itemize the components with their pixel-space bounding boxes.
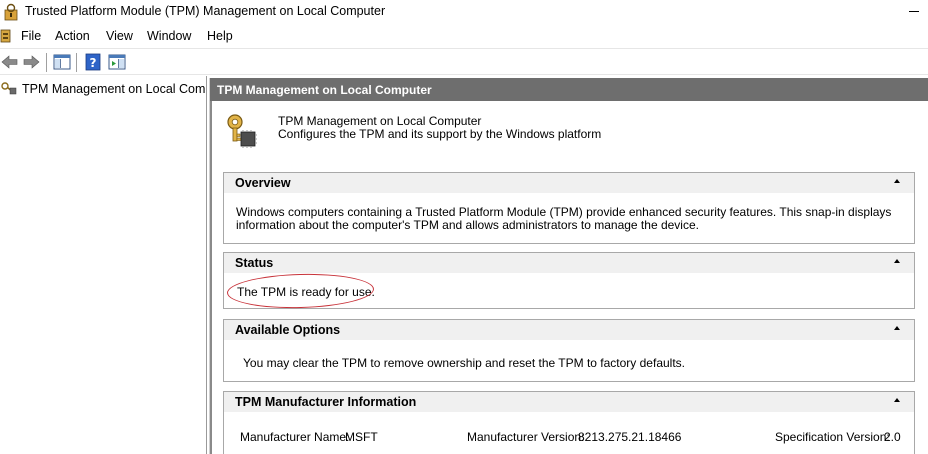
show-hide-console-tree-icon[interactable] [52, 52, 72, 72]
status-panel-header[interactable]: Status [224, 253, 914, 273]
tree-item-label: TPM Management on Local Comp [22, 82, 207, 96]
tree-item-tpm-management[interactable]: TPM Management on Local Comp [0, 78, 206, 98]
overview-panel: Overview Windows computers containing a … [223, 172, 915, 244]
highlight-oval [226, 272, 375, 310]
console-tree: TPM Management on Local Comp [0, 76, 207, 454]
tpm-key-icon [227, 114, 257, 148]
overview-title: Overview [235, 176, 291, 190]
tpm-app-icon [4, 3, 18, 21]
intro-section: TPM Management on Local Computer Configu… [221, 110, 918, 150]
specification-version-label: Specification Version: [775, 430, 890, 444]
collapse-icon[interactable] [893, 178, 901, 186]
content-scroll-area: TPM Management on Local Computer Configu… [210, 101, 928, 454]
content-header: TPM Management on Local Computer [210, 78, 928, 101]
menu-action[interactable]: Action [55, 29, 90, 43]
minimize-button[interactable] [905, 4, 923, 18]
show-hide-action-pane-icon[interactable] [107, 52, 127, 72]
content-pane: TPM Management on Local Computer TPM Man… [209, 78, 928, 454]
title-bar: Trusted Platform Module (TPM) Management… [0, 0, 928, 24]
manufacturer-version-label: Manufacturer Version: [467, 430, 585, 444]
intro-title: TPM Management on Local Computer [278, 114, 482, 128]
overview-text: Windows computers containing a Trusted P… [236, 205, 892, 232]
collapse-icon[interactable] [893, 258, 901, 266]
manufacturer-title: TPM Manufacturer Information [235, 395, 417, 409]
menu-bar: File Action View Window Help [0, 25, 928, 47]
tpm-node-icon [1, 82, 17, 95]
menu-help[interactable]: Help [207, 29, 233, 43]
status-title: Status [235, 256, 274, 270]
manufacturer-panel-header[interactable]: TPM Manufacturer Information [224, 392, 914, 412]
manufacturer-name-value: MSFT [345, 430, 378, 444]
collapse-icon[interactable] [893, 325, 901, 333]
help-icon[interactable]: ? [83, 52, 103, 72]
window-title: Trusted Platform Module (TPM) Management… [25, 4, 386, 18]
overview-panel-header[interactable]: Overview [224, 173, 914, 193]
toolbar-separator [76, 53, 77, 72]
available-options-title: Available Options [235, 323, 341, 337]
menu-file[interactable]: File [21, 29, 41, 43]
available-options-panel-header[interactable]: Available Options [224, 320, 914, 340]
available-options-text: You may clear the TPM to remove ownershi… [243, 356, 685, 370]
manufacturer-panel: TPM Manufacturer Information Manufacture… [223, 391, 915, 454]
collapse-icon[interactable] [893, 397, 901, 405]
mmc-icon[interactable] [0, 28, 12, 44]
specification-version-value: 2.0 [884, 430, 901, 444]
svg-text:?: ? [90, 56, 97, 70]
available-options-panel: Available Options You may clear the TPM … [223, 319, 915, 382]
menu-view[interactable]: View [106, 29, 133, 43]
back-arrow-icon[interactable] [0, 52, 20, 72]
manufacturer-name-label: Manufacturer Name: [240, 430, 350, 444]
toolbar: ? [0, 48, 928, 75]
toolbar-separator [46, 53, 47, 72]
menu-window[interactable]: Window [147, 29, 191, 43]
status-panel: Status The TPM is ready for use. [223, 252, 915, 310]
intro-subtitle: Configures the TPM and its support by th… [278, 127, 602, 141]
forward-arrow-icon[interactable] [21, 52, 41, 72]
manufacturer-version-value: 8213.275.21.18466 [578, 430, 682, 444]
